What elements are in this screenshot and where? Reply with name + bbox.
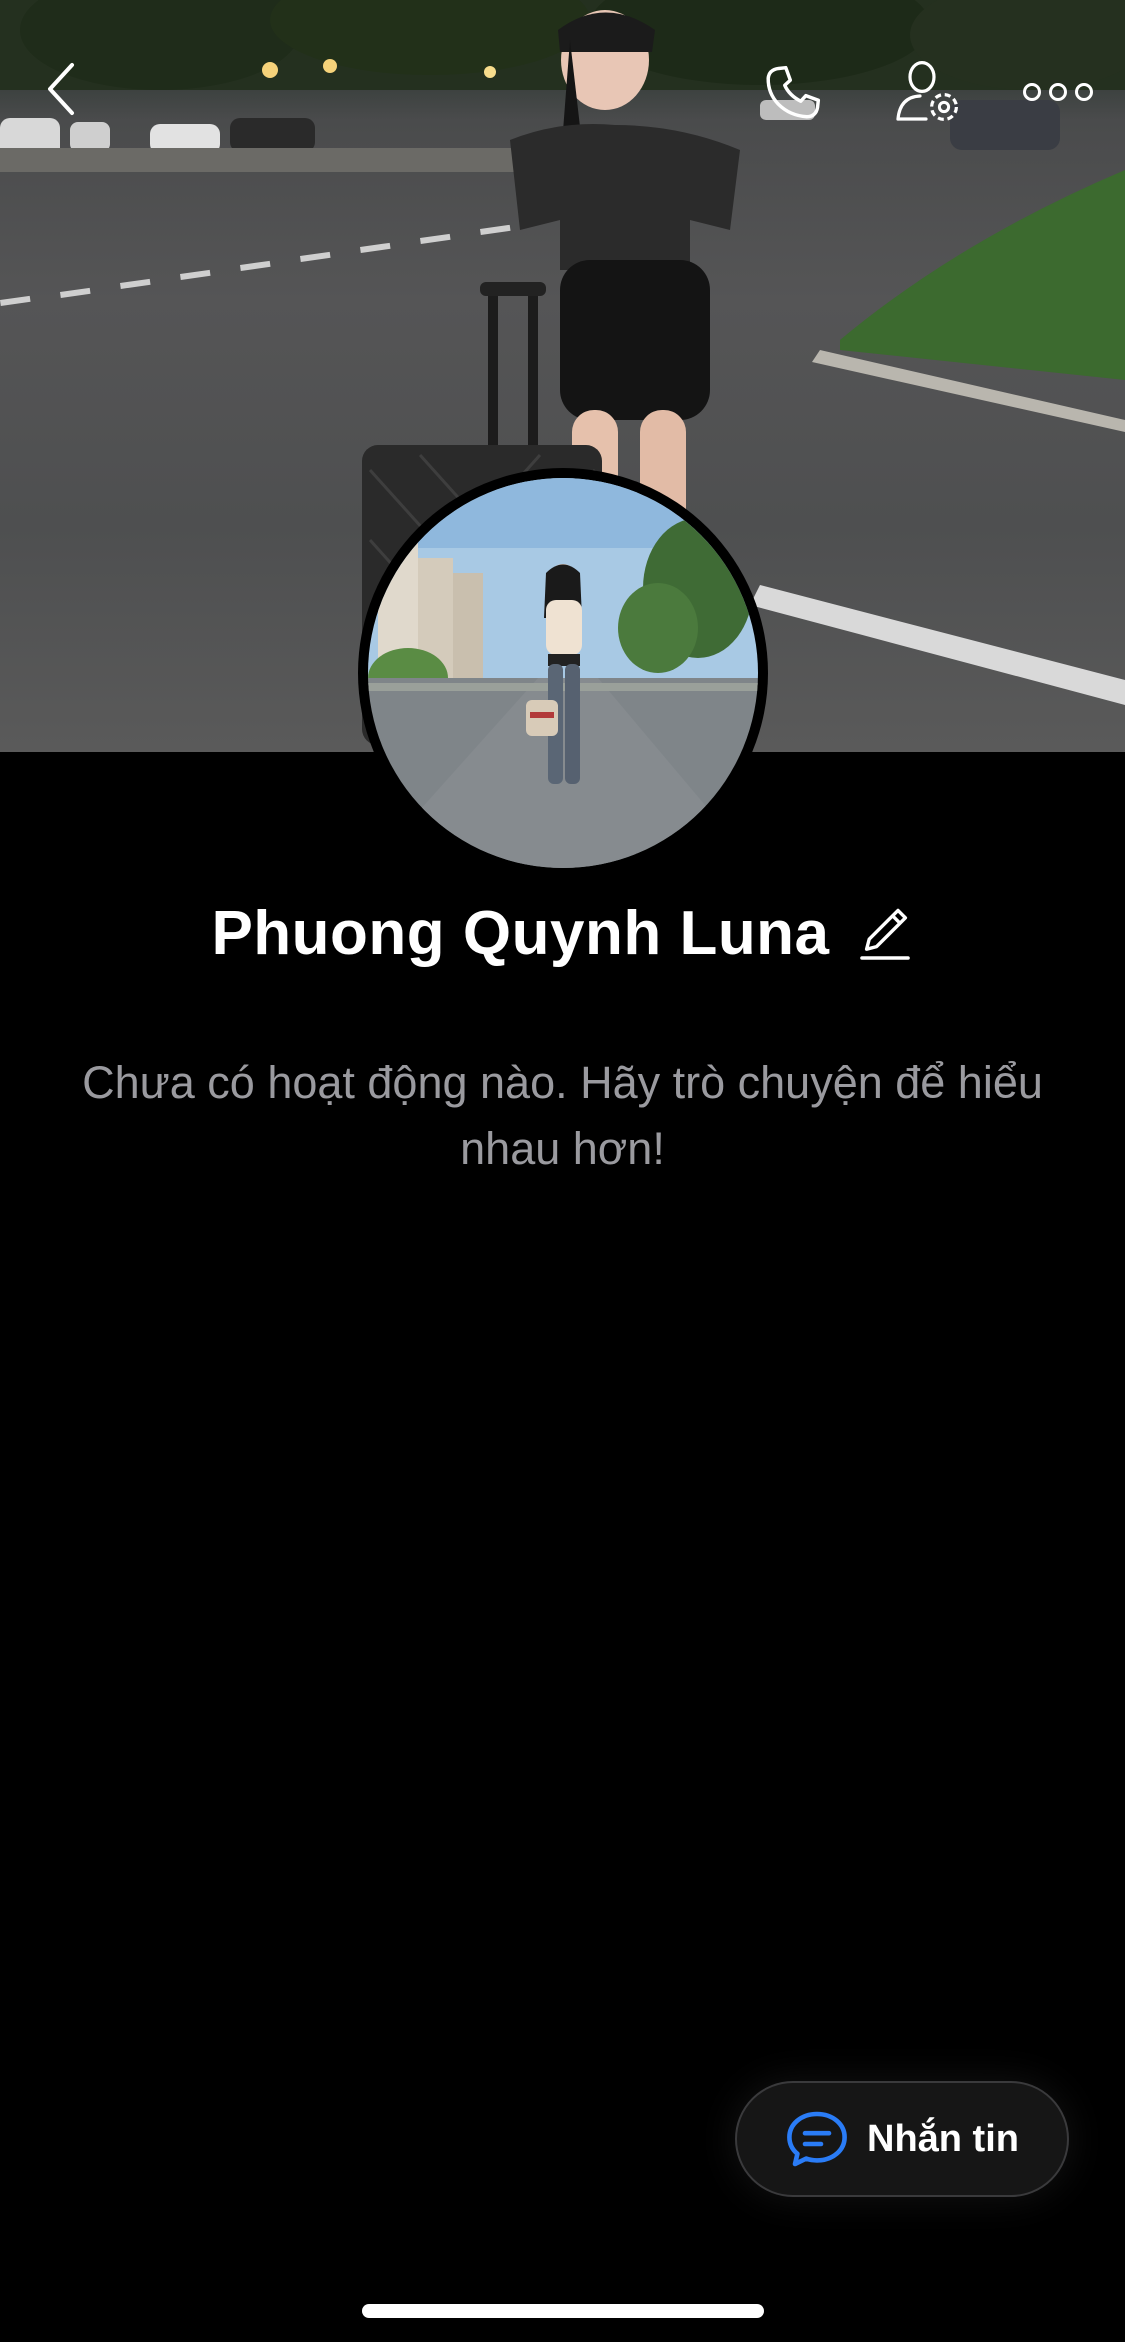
back-button[interactable]	[30, 58, 92, 120]
avatar-photo	[368, 478, 758, 868]
more-options-button[interactable]	[1018, 70, 1098, 114]
user-settings-icon	[896, 61, 958, 121]
send-message-button[interactable]: Nhắn tin	[735, 2081, 1069, 2197]
edit-name-button[interactable]	[856, 902, 914, 966]
phone-icon	[766, 65, 821, 119]
avatar[interactable]	[358, 468, 768, 878]
chevron-left-icon	[48, 63, 74, 115]
profile-settings-button[interactable]	[890, 56, 970, 132]
profile-name-row: Phuong Quynh Luna	[0, 898, 1125, 969]
call-button[interactable]	[756, 56, 830, 130]
more-horizontal-icon	[1023, 83, 1093, 101]
chat-bubble-icon	[787, 2111, 847, 2167]
send-message-label: Nhắn tin	[867, 2117, 1019, 2160]
home-indicator[interactable]	[362, 2304, 764, 2318]
profile-name: Phuong Quynh Luna	[211, 899, 830, 968]
pencil-icon	[859, 908, 910, 960]
empty-activity-message: Chưa có hoạt động nào. Hãy trò chuyện để…	[82, 1057, 1043, 1174]
